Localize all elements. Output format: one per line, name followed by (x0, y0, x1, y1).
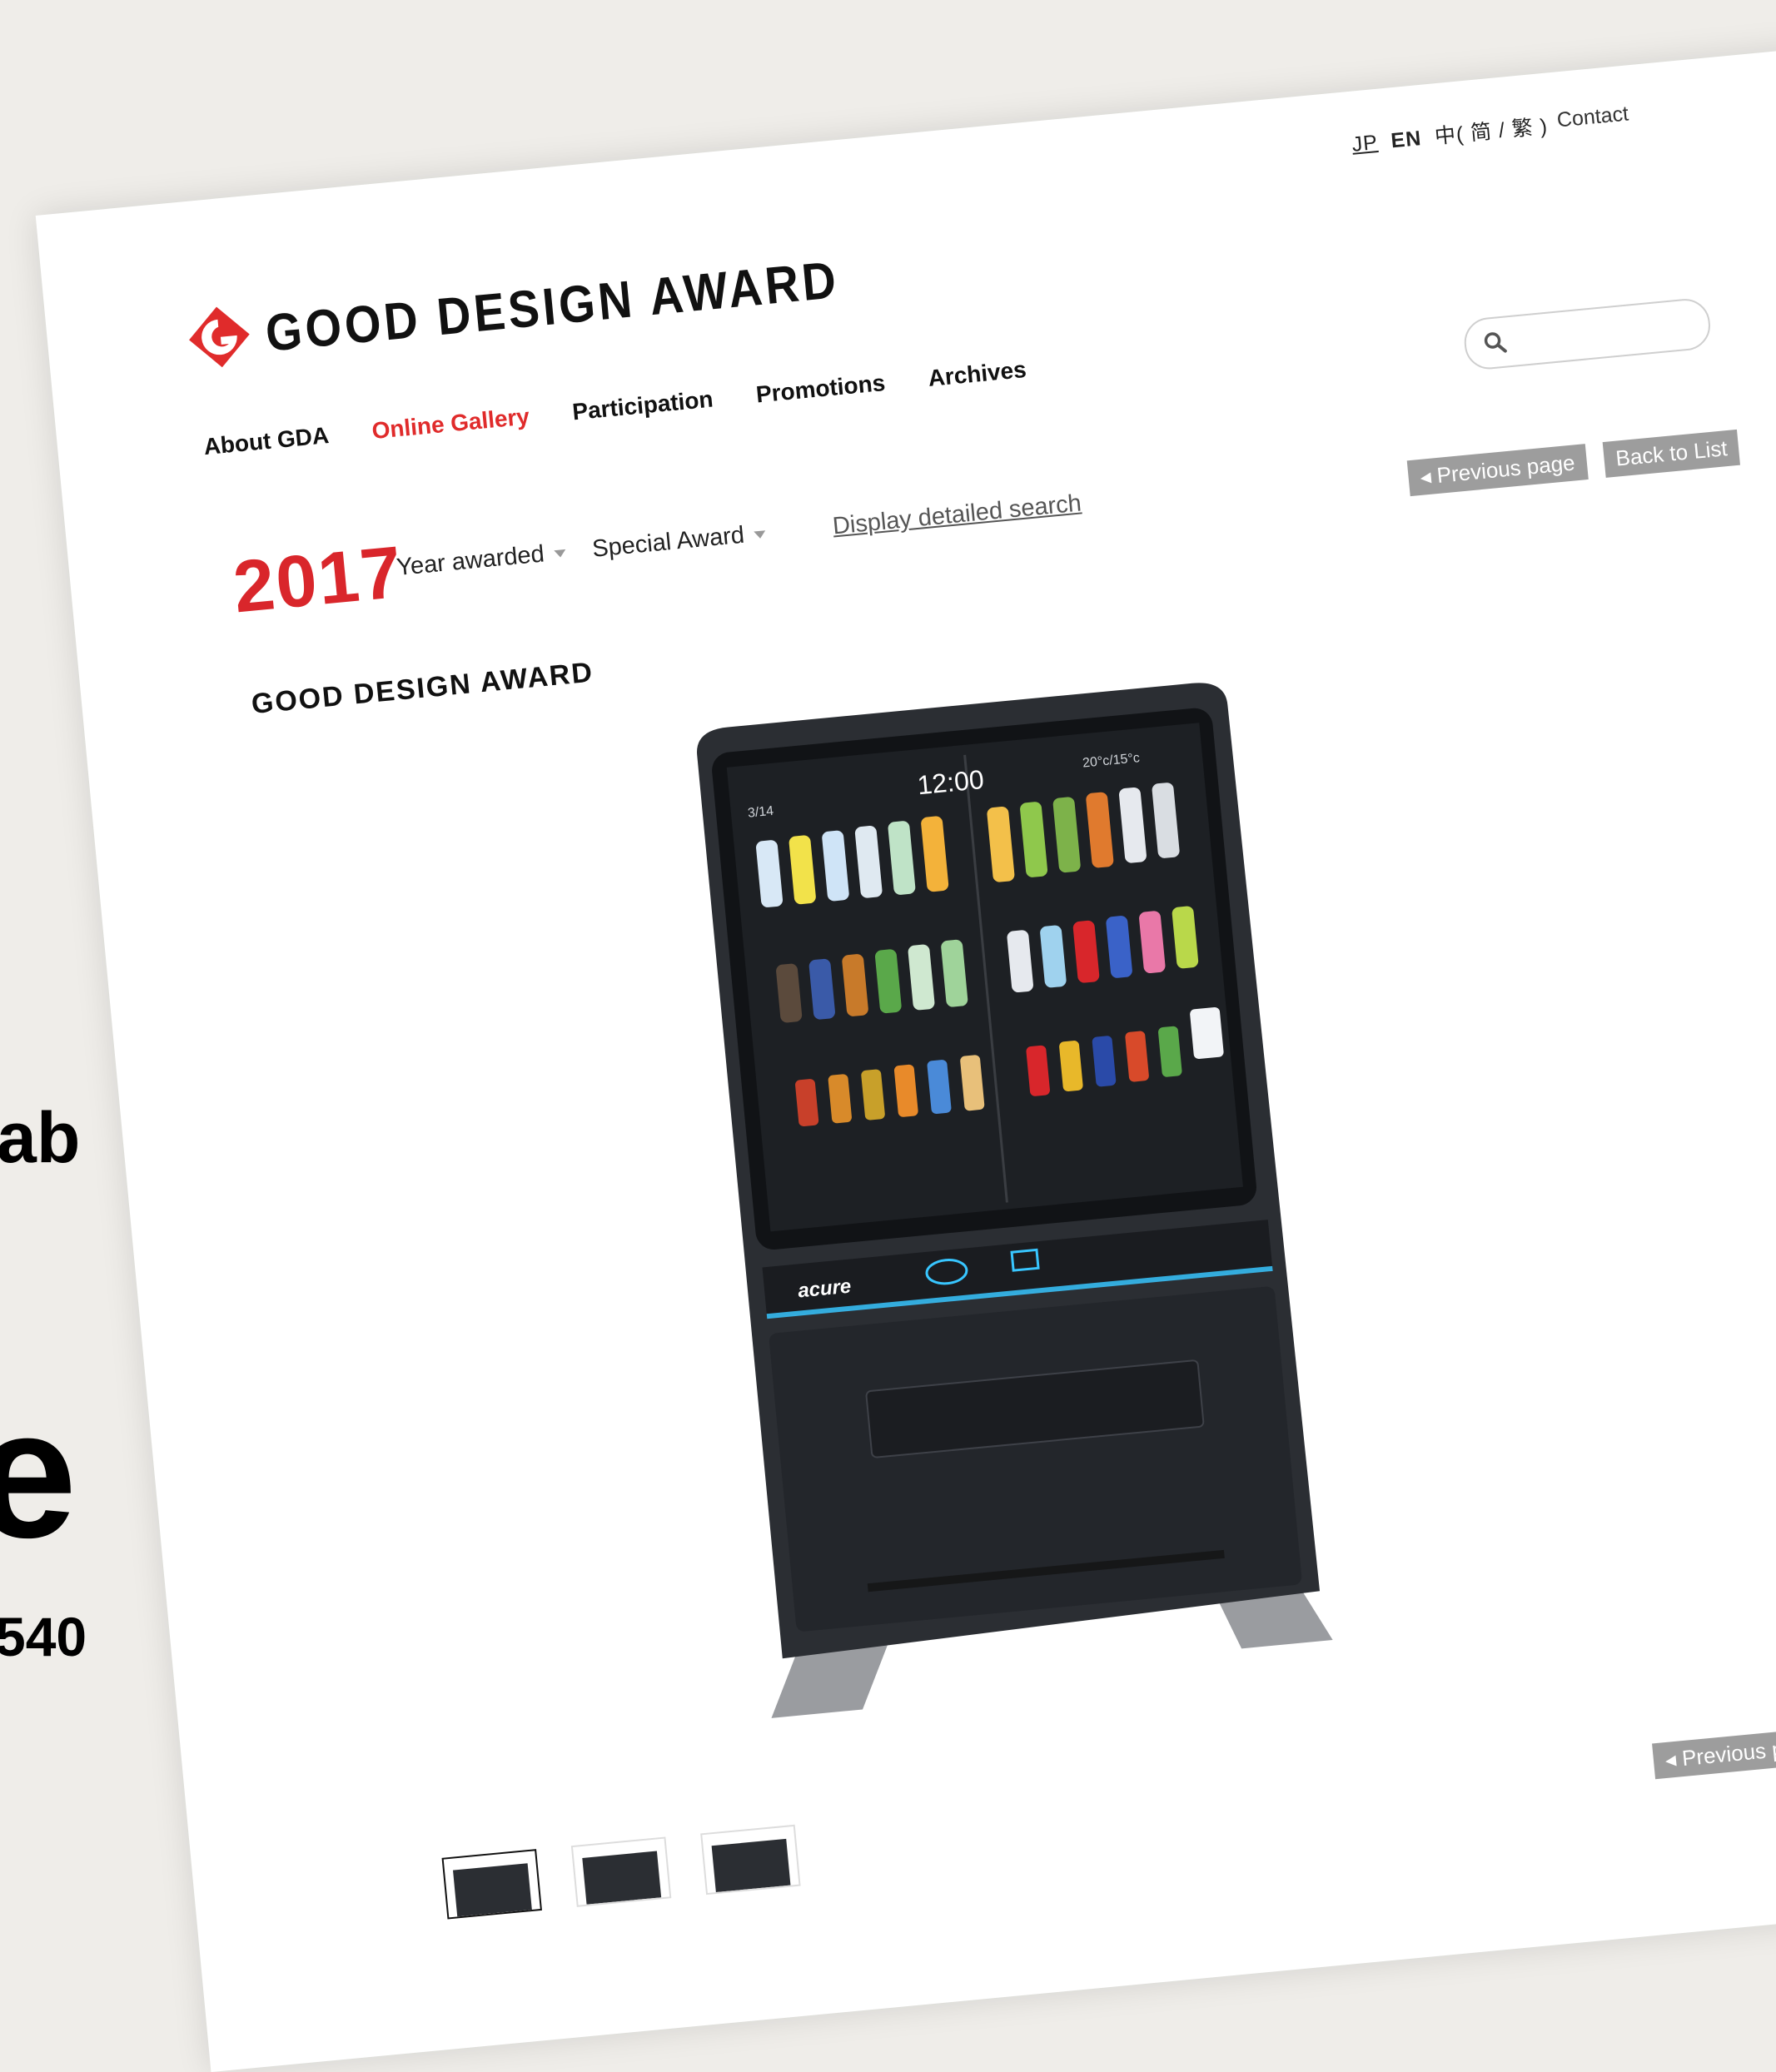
special-award-dropdown[interactable]: Special Award (591, 519, 767, 564)
site-logo[interactable]: GOOD DESIGN AWARD (185, 247, 842, 372)
background-text-fragment: e (0, 1371, 77, 1576)
back-to-list-button[interactable]: Back to List (1602, 429, 1741, 478)
web-page: JP EN 中( 简 / 繁 ) Contact GOOD DESIGN AWA… (35, 47, 1776, 2072)
contact-link[interactable]: Contact (1556, 102, 1630, 133)
background-text-fragment: 540 (0, 1606, 87, 1667)
previous-page-label: Previous page (1435, 450, 1576, 488)
nav-archives[interactable]: Archives (927, 356, 1027, 392)
year-awarded-dropdown[interactable]: Year awarded (395, 539, 567, 582)
year-heading: 2017 (230, 529, 407, 629)
chevron-down-icon (554, 549, 566, 559)
lang-jp-link[interactable]: JP (1351, 131, 1379, 157)
detailed-search-link[interactable]: Display detailed search (832, 489, 1083, 540)
award-label: GOOD DESIGN AWARD (250, 656, 595, 721)
chevron-down-icon (754, 530, 767, 539)
screen-clock: 12:00 (916, 764, 985, 800)
language-switcher: JP EN 中( 简 / 繁 ) (1351, 109, 1556, 158)
main-nav: About GDA Online Gallery Participation P… (202, 356, 1027, 460)
product-image: 12:00 3/14 20°c/15°c acure (697, 683, 1333, 1718)
nav-online-gallery[interactable]: Online Gallery (371, 403, 530, 445)
search-input[interactable] (1462, 296, 1713, 372)
search-icon (1484, 332, 1507, 353)
year-awarded-label: Year awarded (395, 540, 546, 582)
nav-about-gda[interactable]: About GDA (202, 422, 330, 460)
lang-en-link[interactable]: EN (1390, 127, 1422, 152)
nav-promotions[interactable]: Promotions (755, 370, 887, 408)
nav-participation[interactable]: Participation (571, 386, 714, 426)
thumbnail[interactable] (441, 1849, 542, 1920)
special-award-label: Special Award (590, 521, 746, 563)
previous-page-button[interactable]: ◂ Previous page (1406, 444, 1589, 497)
background-text-fragment: ab (0, 1098, 81, 1178)
lang-zh-link[interactable]: 中( 简 / 繁 ) (1434, 115, 1549, 149)
gda-logo-icon (189, 306, 250, 368)
thumbnail[interactable] (700, 1824, 801, 1896)
logo-text: GOOD DESIGN AWARD (262, 249, 842, 362)
previous-page-label: Previous page (1680, 1732, 1776, 1771)
screen-date: 3/14 (747, 804, 774, 821)
thumbnail[interactable] (570, 1836, 672, 1907)
